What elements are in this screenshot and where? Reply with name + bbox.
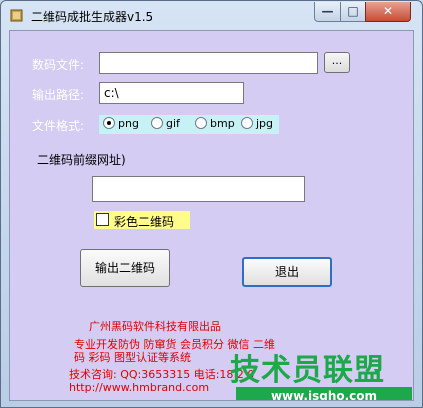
format-radio-group: png gif bmp jpg [99, 115, 279, 134]
radio-icon [195, 117, 207, 129]
checkbox-icon [96, 213, 109, 226]
color-qr-label: 彩色二维码 [114, 215, 175, 229]
data-file-label: 数码文件: [32, 58, 85, 72]
prefix-label: 二维码前缀网址) [37, 153, 126, 167]
watermark-url: www.jsgho.com [236, 387, 412, 400]
minimize-button[interactable]: — [314, 2, 341, 22]
title-bar[interactable]: 二维码成批生成器v1.5 — □ ✕ [1, 1, 422, 29]
radio-gif[interactable]: gif [151, 117, 180, 130]
radio-bmp[interactable]: bmp [195, 117, 235, 130]
close-button[interactable]: ✕ [365, 2, 411, 22]
radio-png[interactable]: png [103, 117, 139, 130]
output-path-input[interactable]: c:\ [99, 82, 244, 104]
app-window: 二维码成批生成器v1.5 — □ ✕ 数码文件: ... 输出路径: c:\ 文… [0, 0, 423, 408]
data-file-input[interactable] [99, 52, 318, 74]
exit-button[interactable]: 退出 [242, 257, 332, 287]
radio-selected-icon [103, 117, 115, 129]
maximize-icon: □ [347, 4, 359, 18]
app-icon [9, 7, 25, 23]
radio-icon [151, 117, 163, 129]
maximize-button[interactable]: □ [340, 2, 366, 22]
client-area: 数码文件: ... 输出路径: c:\ 文件格式: png gif bmp jp… [9, 30, 414, 401]
url-link[interactable]: http://www.hmbrand.com [69, 381, 209, 395]
watermark: 技术员联盟 www.jsgho.com [230, 343, 413, 400]
radio-jpg[interactable]: jpg [241, 117, 273, 130]
format-label: 文件格式: [32, 119, 85, 133]
output-qr-button[interactable]: 输出二维码 [80, 249, 170, 287]
company-text: 广州黑码软件科技有限出品 [89, 320, 221, 333]
watermark-text: 技术员联盟 [230, 353, 385, 388]
minimize-icon: — [321, 4, 334, 18]
prefix-input[interactable] [92, 176, 305, 202]
output-path-label: 输出路径: [32, 88, 85, 102]
close-icon: ✕ [382, 4, 394, 18]
contact-text: 技术咨询: QQ:3653315 电话:18 2 0 [69, 368, 255, 381]
browse-button[interactable]: ... [324, 52, 350, 73]
radio-icon [241, 117, 253, 129]
info-line-2: 码 彩码 图型认证等系统 [74, 351, 191, 364]
window-title: 二维码成批生成器v1.5 [31, 10, 154, 24]
color-qr-checkbox[interactable]: 彩色二维码 [94, 211, 190, 229]
